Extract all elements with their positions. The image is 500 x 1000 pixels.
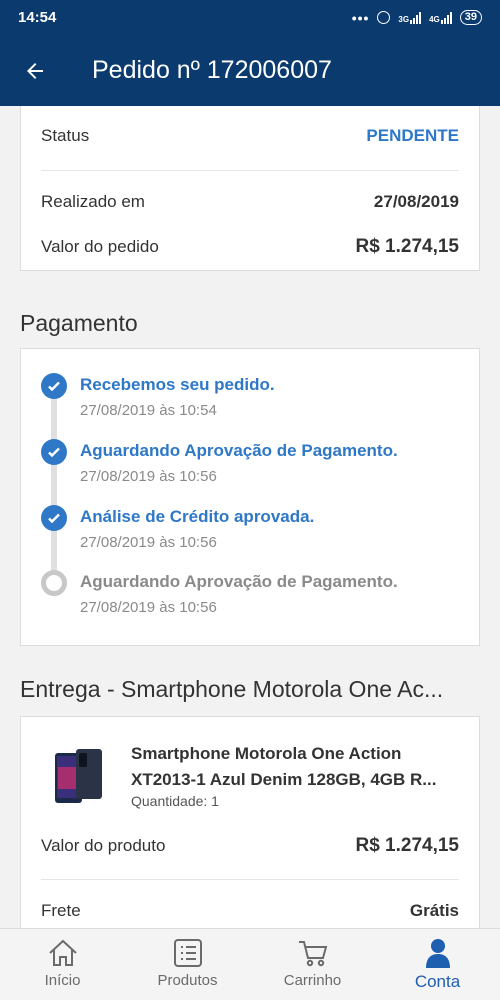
bottom-navigation: Início Produtos Carrinho Conta [0, 928, 500, 1000]
payment-step-title: Análise de Crédito aprovada. [80, 507, 315, 526]
status-label: Status [41, 126, 90, 145]
check-circle-icon [41, 373, 67, 399]
product-name-line-1: Smartphone Motorola One Action [131, 744, 402, 763]
order-total-row: Valor do pedido R$ 1.274,15 [41, 236, 459, 258]
delivery-card: Smartphone Motorola One Action XT2013-1 … [20, 716, 480, 928]
payment-step-date: 27/08/2019 às 10:56 [80, 534, 217, 551]
product-value-row: Valor do produto R$ 1.274,15 [41, 835, 459, 857]
payment-step: Aguardando Aprovação de Pagamento. 27/08… [41, 568, 469, 626]
page-title: Pedido nº 172006007 [92, 56, 332, 84]
delivery-section-title: Entrega - Smartphone Motorola One Ac... [20, 676, 444, 702]
product-name[interactable]: Smartphone Motorola One Action XT2013-1 … [131, 741, 461, 793]
signal-2-icon: 4G [429, 11, 452, 24]
nav-label: Carrinho [283, 972, 342, 989]
back-button[interactable] [0, 35, 70, 106]
payment-step-date: 27/08/2019 às 10:56 [80, 599, 217, 616]
product-name-line-2: XT2013-1 Azul Denim 128GB, 4GB R... [131, 770, 437, 789]
nav-label: Produtos [157, 972, 218, 989]
divider [41, 879, 459, 880]
nav-item-conta[interactable]: Conta [375, 929, 500, 1000]
payment-section-title: Pagamento [20, 310, 138, 336]
status-bar: 14:54 ••• 3G 4G 39 [0, 0, 500, 35]
check-circle-icon [41, 439, 67, 465]
shipping-value: Grátis [409, 901, 459, 920]
product-image [55, 749, 102, 803]
status-row: Status PENDENTE [41, 126, 459, 146]
payment-step: Aguardando Aprovação de Pagamento. 27/08… [41, 437, 469, 495]
user-icon [425, 939, 450, 968]
nav-item-inicio[interactable]: Início [0, 929, 125, 1000]
status-badge: PENDENTE [366, 126, 459, 145]
alarm-icon [377, 11, 391, 24]
payment-step-title: Aguardando Aprovação de Pagamento. [80, 572, 398, 591]
arrow-left-icon [27, 62, 43, 79]
payment-step-title: Recebemos seu pedido. [80, 375, 275, 394]
nav-item-produtos[interactable]: Produtos [125, 929, 250, 1000]
nav-item-carrinho[interactable]: Carrinho [250, 929, 375, 1000]
payment-step-date: 27/08/2019 às 10:56 [80, 468, 217, 485]
battery-icon: 39 [459, 10, 482, 25]
pending-circle-icon [41, 570, 67, 596]
order-total-label: Valor do pedido [41, 237, 159, 256]
check-circle-icon [41, 505, 67, 531]
payment-timeline-card: Recebemos seu pedido. 27/08/2019 às 10:5… [20, 348, 480, 646]
signal-1-icon: 3G [398, 11, 422, 24]
payment-step-title: Aguardando Aprovação de Pagamento. [80, 441, 398, 460]
list-icon [173, 939, 202, 967]
app-bar: Pedido nº 172006007 [0, 35, 500, 106]
divider [41, 170, 459, 171]
payment-step-date: 27/08/2019 às 10:54 [80, 402, 217, 419]
payment-step: Recebemos seu pedido. 27/08/2019 às 10:5… [41, 371, 469, 429]
product-value-label: Valor do produto [41, 836, 166, 855]
order-details-scroll[interactable]: Status PENDENTE Realizado em 27/08/2019 … [0, 106, 500, 928]
status-time: 14:54 [18, 9, 57, 26]
shipping-row: Frete Grátis [41, 901, 459, 921]
product-quantity: Quantidade: 1 [131, 793, 219, 809]
order-summary-card: Status PENDENTE Realizado em 27/08/2019 … [20, 106, 480, 271]
home-icon [48, 939, 77, 966]
order-date-label: Realizado em [41, 192, 145, 211]
order-total-value: R$ 1.274,15 [355, 236, 459, 257]
payment-step: Análise de Crédito aprovada. 27/08/2019 … [41, 503, 469, 561]
cart-icon [298, 941, 327, 967]
notification-dots-icon: ••• [351, 9, 370, 26]
order-date-row: Realizado em 27/08/2019 [41, 192, 459, 212]
shipping-label: Frete [41, 901, 81, 920]
nav-label: Início [44, 972, 81, 989]
product-value: R$ 1.274,15 [355, 835, 459, 856]
status-icons: ••• 3G 4G 39 [352, 10, 482, 26]
nav-label: Conta [414, 972, 461, 991]
order-date-value: 27/08/2019 [373, 192, 459, 211]
